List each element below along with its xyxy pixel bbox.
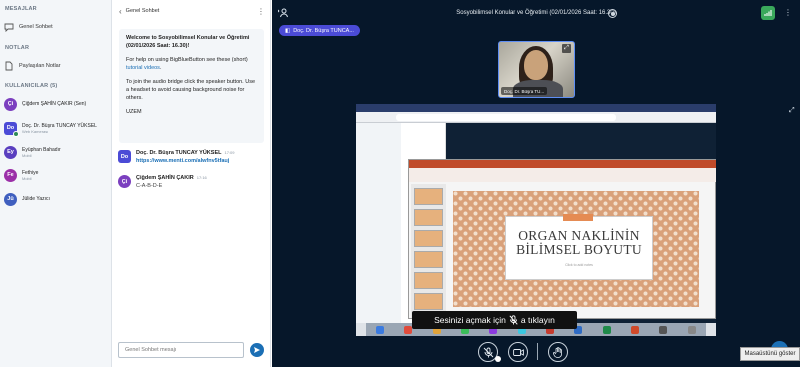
message-link[interactable]: https://www.menti.com/alwfnv5tfauj — [136, 158, 235, 164]
more-vertical-icon[interactable]: ⋮ — [257, 7, 265, 16]
welcome-message: Welcome to Sosyobilimsel Konular ve Öğre… — [119, 29, 264, 143]
avatar-initials: Do — [6, 125, 15, 131]
mic-off-icon — [483, 347, 493, 357]
chat-panel: ‹ Genel Sohbet ⋮ Welcome to Sosyobilimse… — [113, 0, 271, 367]
show-desktop-tooltip: Masaüstünü göster — [740, 347, 800, 361]
user-list-item[interactable]: Fe Fethiye Mobil — [4, 165, 108, 185]
user-list-item[interactable]: Jü Jülide Yazıcı — [4, 189, 108, 209]
expand-icon[interactable]: ⤢ — [789, 107, 795, 115]
top-bar: Sosyobilimsel Konular ve Öğretimi (02/01… — [272, 0, 800, 26]
mic-off-icon — [509, 315, 518, 325]
audio-instructions: To join the audio bridge click the speak… — [126, 79, 256, 101]
presenter-badge: ◧ Doç. Dr. Büşra TUNCA... — [279, 25, 360, 36]
presentation-area: Sosyobilimsel Konular ve Öğretimi (02/01… — [272, 0, 800, 367]
user-status: Web Kamerası — [22, 128, 49, 134]
user-name: Jülide Yazıcı — [22, 196, 50, 202]
unmute-caption: Sesinizi açmak için a tıklayın — [412, 311, 577, 329]
caption-prefix: Sesinizi açmak için — [434, 315, 506, 325]
more-vertical-icon[interactable]: ⋮ — [784, 8, 792, 17]
sidebar: MESAJLAR Genel Sohbet NOTLAR Paylaşılan … — [0, 0, 112, 367]
user-name: Fethiye — [22, 169, 39, 176]
chat-icon — [4, 22, 14, 32]
slide-subtitle: Click to add notes — [565, 263, 593, 267]
avatar: Do — [4, 121, 19, 137]
shared-notes-label: Paylaşılan Notlar — [19, 63, 61, 69]
camera-button[interactable] — [508, 342, 528, 362]
connection-status-icon[interactable] — [761, 6, 775, 20]
caption-suffix: a tıklayın — [520, 315, 555, 325]
tutorial-videos-link[interactable]: tutorial videos — [126, 65, 160, 71]
raise-hand-button[interactable] — [548, 342, 568, 362]
help-suffix: . — [159, 64, 162, 71]
webcam-video[interactable]: ⤢ Doç. Dr. Büşra TU... — [498, 41, 575, 98]
avatar: Do — [118, 150, 131, 163]
sidebar-item-shared-notes[interactable]: Paylaşılan Notlar — [4, 58, 108, 74]
shared-browser-tabs — [356, 104, 716, 112]
help-prefix: For help on using BigBlueButton see thes… — [126, 57, 248, 64]
recording-icon[interactable] — [608, 9, 617, 18]
message-time: 17:09 — [224, 150, 235, 155]
slide-title-card: ORGAN NAKLİNİN BİLİMSEL BOYUTU Click to … — [505, 214, 653, 280]
notes-icon — [4, 61, 14, 71]
message-sender: Doç. Dr. Büşra TUNCAY YÜKSEL — [136, 150, 222, 156]
action-separator — [537, 343, 538, 360]
slide-thumbnails — [411, 184, 446, 318]
users-heading: KULLANICILAR (5) — [5, 83, 58, 89]
welcome-signature: UZEM — [126, 109, 142, 116]
help-text: For help on using BigBlueButton see thes… — [126, 57, 257, 72]
sidebar-item-public-chat[interactable]: Genel Sohbet — [4, 19, 108, 35]
action-bar — [272, 340, 800, 367]
hand-icon — [553, 346, 562, 358]
fullscreen-icon[interactable]: ⤢ — [562, 44, 571, 53]
presenter-icon: ◧ — [285, 27, 291, 34]
user-list-item[interactable]: Do Doç. Dr. Büşra TUNCAY YÜKSEL Web Kamer… — [4, 118, 108, 138]
shared-bbb-window: ORGAN NAKLİNİN BİLİMSEL BOYUTU Click to … — [356, 123, 716, 323]
user-status: Mobil — [22, 175, 32, 181]
webcam-user-label: Doç. Dr. Büşra TU... — [501, 87, 548, 95]
chat-message-input[interactable] — [118, 342, 244, 358]
shared-powerpoint-window: ORGAN NAKLİNİN BİLİMSEL BOYUTU Click to … — [408, 159, 716, 319]
app-window: MESAJLAR Genel Sohbet NOTLAR Paylaşılan … — [0, 0, 800, 367]
screen-share: ORGAN NAKLİNİN BİLİMSEL BOYUTU Click to … — [356, 104, 716, 336]
chevron-left-icon[interactable]: ‹ — [119, 7, 122, 16]
user-name: Çiğdem ŞAHİN ÇAKIR (Sen) — [22, 101, 87, 107]
user-name: Eyüphan Bahadır — [22, 146, 61, 153]
presenter-name: Doç. Dr. Büşra TUNCA... — [293, 27, 354, 34]
powerpoint-ribbon — [409, 160, 716, 182]
avatar: Fe — [4, 168, 17, 182]
avatar: Ey — [4, 145, 17, 159]
public-chat-label: Genel Sohbet — [19, 24, 53, 30]
message-text: C-A-B-D-E — [136, 183, 163, 189]
meeting-title: Sosyobilimsel Konular ve Öğretimi (02/01… — [456, 10, 616, 16]
slide-tag — [563, 214, 593, 221]
mic-status-icon — [13, 130, 19, 137]
shared-address-bar — [356, 112, 716, 123]
message-sender: Çiğdem ŞAHİN ÇAKIR — [136, 175, 194, 181]
avatar: Çi — [4, 97, 17, 111]
user-status: Mobil — [22, 152, 32, 158]
user-name: Doç. Dr. Büşra TUNCAY YÜKSEL — [22, 122, 97, 129]
send-icon — [254, 347, 260, 353]
messages-heading: MESAJLAR — [5, 6, 37, 12]
slide-title: ORGAN NAKLİNİN BİLİMSEL BOYUTU — [516, 228, 642, 257]
chat-message: Çi Çiğdem ŞAHİN ÇAKIR 17:16 C-A-B-D-E — [118, 175, 266, 189]
avatar: Çi — [118, 175, 131, 188]
send-button[interactable] — [250, 343, 264, 357]
user-list-item[interactable]: Ey Eyüphan Bahadır Mobil — [4, 142, 108, 162]
webcam-face — [524, 50, 548, 80]
notes-heading: NOTLAR — [5, 45, 30, 51]
message-time: 17:16 — [196, 175, 207, 180]
avatar: Jü — [4, 192, 17, 206]
camera-icon — [512, 348, 524, 356]
current-slide: ORGAN NAKLİNİN BİLİMSEL BOYUTU Click to … — [453, 191, 699, 307]
audio-status-dot — [495, 356, 501, 362]
chat-header: ‹ Genel Sohbet ⋮ — [113, 0, 271, 22]
chat-message: Do Doç. Dr. Büşra TUNCAY YÜKSEL 17:09 htt… — [118, 150, 266, 164]
user-list-item[interactable]: Çi Çiğdem ŞAHİN ÇAKIR (Sen) — [4, 94, 108, 114]
shared-sidebar — [356, 123, 401, 323]
welcome-title: Welcome to Sosyobilimsel Konular ve Öğre… — [126, 35, 250, 49]
chat-title[interactable]: Genel Sohbet — [126, 8, 160, 14]
